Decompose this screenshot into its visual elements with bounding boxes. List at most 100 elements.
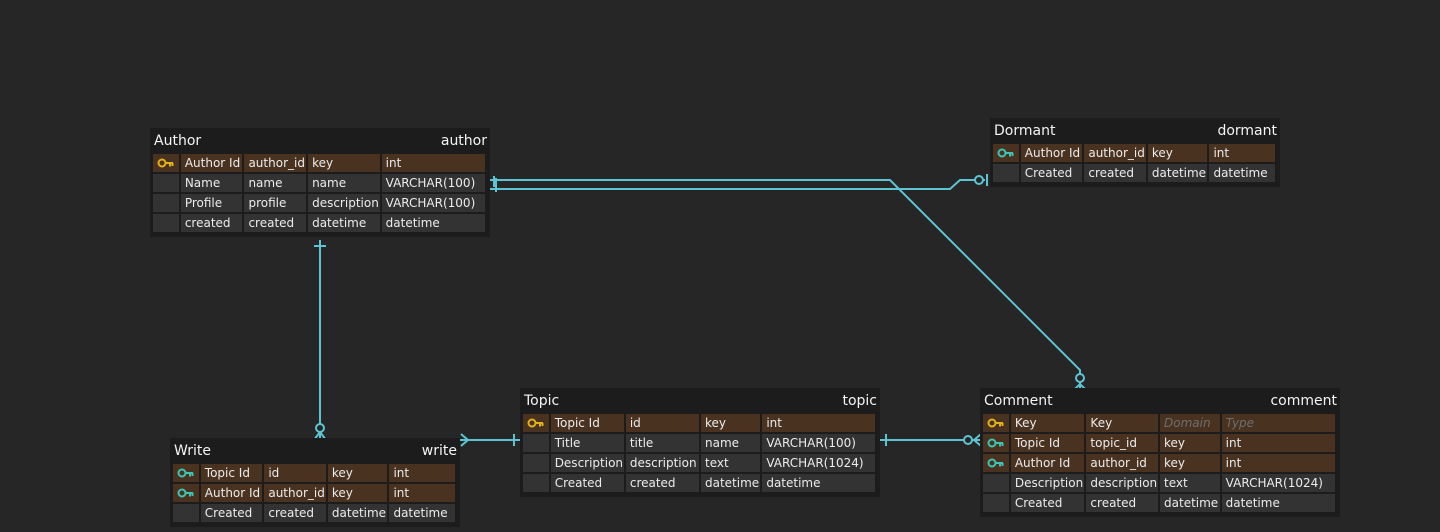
column-physical-name[interactable]: author_id [1086,454,1159,472]
column-domain[interactable]: key [1147,144,1208,162]
column-logical-name[interactable]: Profile [180,194,243,212]
column-physical-name[interactable]: id [264,464,326,482]
column-domain[interactable]: key [1160,454,1220,472]
column-logical-name[interactable]: Author Id [1010,454,1085,472]
column-logical-name[interactable]: Created [1020,164,1083,182]
column-type[interactable]: int [389,464,455,482]
column-logical-name[interactable]: Author Id [180,154,243,172]
author-table[interactable]: Author author Author Id author_id key int Name… [150,128,490,237]
write-column-row[interactable]: Topic Id id key int [173,464,457,484]
column-type[interactable]: datetime [1221,494,1335,512]
column-type[interactable]: int [1221,454,1335,472]
comment-column-row[interactable]: Created created datetime datetime [983,494,1337,514]
column-logical-name[interactable]: created [180,214,243,232]
comment-table-header[interactable]: Comment comment [983,388,1337,414]
comment-table[interactable]: Comment comment Key Key Domain Type Topic Id to… [980,388,1340,517]
write-table[interactable]: Write write Topic Id id key int Author Id autho… [170,438,460,527]
column-domain[interactable]: datetime [1160,494,1220,512]
author-table-header[interactable]: Author author [153,128,487,154]
column-logical-name[interactable]: Created [1010,494,1085,512]
column-type[interactable]: VARCHAR(1024) [762,454,875,472]
column-logical-name[interactable]: Topic Id [550,414,624,432]
write-table-header[interactable]: Write write [173,438,457,464]
dormant-table[interactable]: Dormant dormant Author Id author_id key int Cr… [990,118,1280,187]
topic-table[interactable]: Topic topic Topic Id id key int Title title name… [520,388,880,497]
column-type[interactable]: VARCHAR(100) [381,174,485,192]
column-domain[interactable]: key [327,464,388,482]
column-type[interactable]: int [381,154,485,172]
column-type[interactable]: int [389,484,455,502]
column-domain[interactable]: key [308,154,380,172]
author-column-row[interactable]: Name name name VARCHAR(100) [153,174,487,194]
column-domain[interactable]: text [701,454,761,472]
comment-column-row[interactable]: Description description text VARCHAR(1024) [983,474,1337,494]
column-type[interactable]: datetime [381,214,485,232]
topic-column-row[interactable]: Created created datetime datetime [523,474,877,494]
column-domain[interactable]: key [1160,434,1220,452]
column-type[interactable]: VARCHAR(1024) [1221,474,1335,492]
rel-author-dormant[interactable] [490,179,985,190]
column-physical-name[interactable]: description [625,454,699,472]
column-physical-name[interactable]: author_id [264,484,326,502]
column-physical-name[interactable]: Key [1086,414,1159,432]
dormant-column-row[interactable]: Created created datetime datetime [993,164,1277,184]
column-type[interactable]: datetime [762,474,875,492]
column-physical-name[interactable]: profile [244,194,307,212]
column-domain[interactable]: datetime [701,474,761,492]
column-logical-name[interactable]: Key [1010,414,1085,432]
column-type[interactable]: datetime [389,504,455,522]
column-logical-name[interactable]: Author Id [200,484,263,502]
column-domain[interactable]: datetime [308,214,380,232]
column-domain[interactable]: key [327,484,388,502]
column-physical-name[interactable]: author_id [244,154,307,172]
column-physical-name[interactable]: created [1084,164,1146,182]
column-logical-name[interactable]: Name [180,174,243,192]
column-physical-name[interactable]: created [244,214,307,232]
rel-author-comment[interactable] [490,179,1081,388]
column-domain[interactable]: text [1160,474,1220,492]
write-column-row[interactable]: Created created datetime datetime [173,504,457,524]
comment-column-row[interactable]: Author Id author_id key int [983,454,1337,474]
write-column-row[interactable]: Author Id author_id key int [173,484,457,504]
author-column-row[interactable]: Profile profile description VARCHAR(100) [153,194,487,214]
column-domain[interactable]: datetime [327,504,388,522]
column-logical-name[interactable]: Title [550,434,624,452]
column-logical-name[interactable]: Description [550,454,624,472]
column-physical-name[interactable]: topic_id [1086,434,1159,452]
column-logical-name[interactable]: Topic Id [1010,434,1085,452]
column-logical-name[interactable]: Author Id [1020,144,1083,162]
topic-column-row[interactable]: Title title name VARCHAR(100) [523,434,877,454]
column-type[interactable]: int [1209,144,1275,162]
column-physical-name[interactable]: created [1086,494,1159,512]
column-type[interactable]: Type [1221,414,1335,432]
column-type[interactable]: int [1221,434,1335,452]
column-logical-name[interactable]: Created [200,504,263,522]
column-physical-name[interactable]: created [264,504,326,522]
column-physical-name[interactable]: created [625,474,699,492]
column-logical-name[interactable]: Topic Id [200,464,263,482]
comment-column-row[interactable]: Topic Id topic_id key int [983,434,1337,454]
dormant-table-header[interactable]: Dormant dormant [993,118,1277,144]
column-domain[interactable]: name [308,174,380,192]
column-domain[interactable]: key [701,414,761,432]
comment-column-row[interactable]: Key Key Domain Type [983,414,1337,434]
column-logical-name[interactable]: Description [1010,474,1085,492]
author-column-row[interactable]: created created datetime datetime [153,214,487,234]
topic-column-row[interactable]: Description description text VARCHAR(1024) [523,454,877,474]
column-type[interactable]: VARCHAR(100) [762,434,875,452]
dormant-column-row[interactable]: Author Id author_id key int [993,144,1277,164]
column-physical-name[interactable]: title [625,434,699,452]
column-physical-name[interactable]: description [1086,474,1159,492]
column-domain[interactable]: Domain [1160,414,1220,432]
column-physical-name[interactable]: author_id [1084,144,1146,162]
column-physical-name[interactable]: id [625,414,699,432]
topic-column-row[interactable]: Topic Id id key int [523,414,877,434]
column-type[interactable]: int [762,414,875,432]
author-column-row[interactable]: Author Id author_id key int [153,154,487,174]
column-domain[interactable]: name [701,434,761,452]
column-logical-name[interactable]: Created [550,474,624,492]
column-domain[interactable]: datetime [1147,164,1208,182]
topic-table-header[interactable]: Topic topic [523,388,877,414]
column-domain[interactable]: description [308,194,380,212]
column-type[interactable]: VARCHAR(100) [381,194,485,212]
